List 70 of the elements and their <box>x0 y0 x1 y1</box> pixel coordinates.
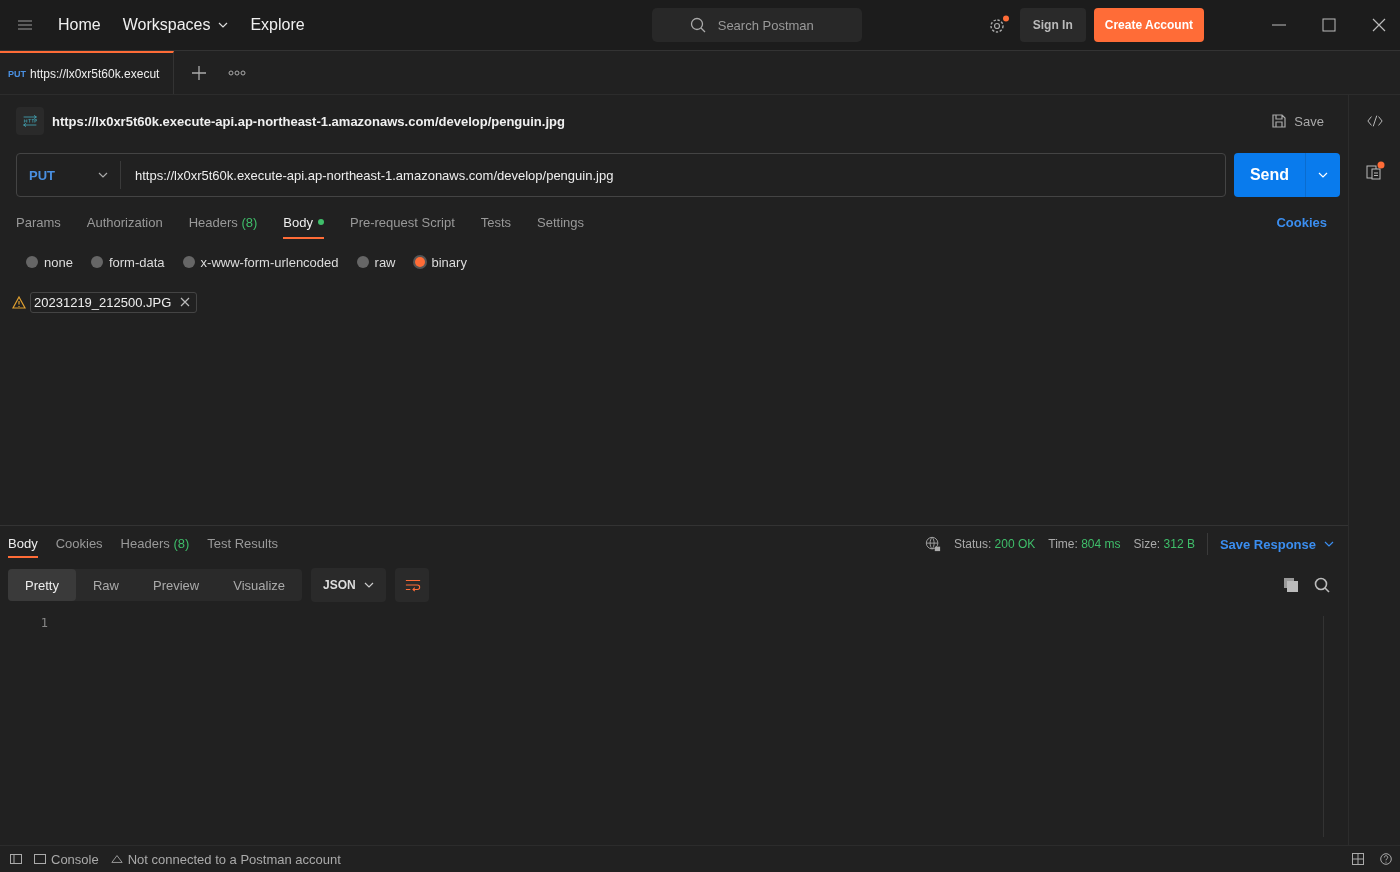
chevron-down-icon <box>1324 541 1334 547</box>
request-section-tab[interactable]: Pre-request Script <box>350 205 455 239</box>
wrap-lines-icon <box>404 577 421 593</box>
response-tab[interactable]: Body <box>8 530 38 558</box>
body-type-radio[interactable]: form-data <box>90 254 165 270</box>
line-number: 1 <box>39 616 48 630</box>
response-stat: Size: 312 B <box>1133 537 1195 551</box>
code-icon[interactable] <box>1366 113 1383 129</box>
chevron-down-icon <box>218 22 229 28</box>
view-mode-tab[interactable]: Preview <box>136 569 217 601</box>
chevron-down-icon <box>98 172 108 178</box>
request-section-tab[interactable]: Tests <box>480 205 512 239</box>
view-mode-tab[interactable]: Raw <box>75 569 136 601</box>
search-icon <box>689 17 706 33</box>
view-mode-tab[interactable]: Visualize <box>216 569 303 601</box>
request-section-tab[interactable]: Params <box>16 205 61 239</box>
body-type-radio[interactable]: binary <box>413 254 467 270</box>
chevron-down-icon <box>1318 172 1328 178</box>
method-dropdown[interactable]: PUT <box>17 161 121 189</box>
save-response-button[interactable]: Save Response <box>1219 536 1334 552</box>
tab-title: https://lx0xr5t60k.execut <box>30 66 160 81</box>
sign-in-button[interactable]: Sign In <box>1019 8 1086 42</box>
http-icon <box>16 107 44 135</box>
nav-link[interactable]: Explore <box>250 16 305 34</box>
plus-icon[interactable] <box>192 65 206 80</box>
remove-icon[interactable] <box>180 297 191 307</box>
console-icon <box>34 853 46 865</box>
warning-icon <box>110 853 123 865</box>
response-tab[interactable]: Headers (8) <box>120 530 190 558</box>
settings-icon[interactable] <box>987 15 1010 35</box>
nav-link[interactable]: Workspaces <box>122 16 229 34</box>
response-stat: Time: 804 ms <box>1048 537 1121 551</box>
file-chip[interactable]: 20231219_212500.JPG <box>30 291 198 313</box>
maximize-icon[interactable] <box>1322 18 1336 32</box>
chevron-down-icon <box>363 582 374 588</box>
more-icon[interactable] <box>228 69 246 76</box>
help-icon[interactable] <box>1380 853 1392 865</box>
request-section-tab[interactable]: Headers (8) <box>188 205 258 239</box>
documentation-icon[interactable] <box>1364 161 1385 181</box>
response-tab[interactable]: Test Results <box>207 530 279 558</box>
format-dropdown[interactable]: JSON <box>311 568 386 602</box>
wrap-lines-button[interactable] <box>394 568 429 602</box>
copy-icon[interactable] <box>1283 577 1299 593</box>
search-input[interactable]: Search Postman <box>715 16 825 34</box>
globe-lock-icon[interactable] <box>924 536 941 552</box>
save-button[interactable]: Save <box>1271 113 1324 129</box>
url-field[interactable]: https://lx0xr5t60k.execute-api.ap-northeast-1.amazonaws.com/develop/penguin.jpg <box>121 166 1225 184</box>
sidebar-toggle-icon[interactable] <box>10 853 22 865</box>
body-type-radio[interactable]: raw <box>356 254 396 270</box>
connection-status[interactable]: Not connected to a Postman account <box>110 851 341 867</box>
request-url-bar[interactable]: PUT https://lx0xr5t60k.execute-api.ap-northeast-1.amazonaws.com/develop/penguin.jpg <box>16 153 1226 197</box>
response-tab[interactable]: Cookies <box>55 530 103 558</box>
search-field[interactable]: Search Postman <box>652 8 863 42</box>
body-type-radio[interactable]: x-www-form-urlencoded <box>182 254 339 270</box>
request-title: https://lx0xr5t60k.execute-api.ap-northeast-1.amazonaws.com/develop/penguin.jpg <box>52 113 565 129</box>
response-stat: Status: 200 OK <box>953 537 1036 551</box>
method-label: PUT <box>8 68 26 79</box>
request-section-tab[interactable]: Authorization <box>86 205 163 239</box>
view-mode-tab[interactable]: Pretty <box>8 569 76 601</box>
request-section-tab[interactable]: Settings <box>537 205 585 239</box>
console-button[interactable]: Console <box>34 851 99 867</box>
request-section-tab[interactable]: Body <box>283 205 324 239</box>
menu-icon[interactable] <box>18 20 32 30</box>
cookies-link[interactable]: Cookies <box>1276 214 1327 230</box>
layout-icon[interactable] <box>1352 853 1364 865</box>
request-tab[interactable]: PUT https://lx0xr5t60k.execut <box>0 51 174 94</box>
body-type-radio[interactable]: none <box>26 254 73 270</box>
search-icon[interactable] <box>1314 577 1330 593</box>
nav-link[interactable]: Home <box>58 16 101 34</box>
close-icon[interactable] <box>1372 18 1386 32</box>
